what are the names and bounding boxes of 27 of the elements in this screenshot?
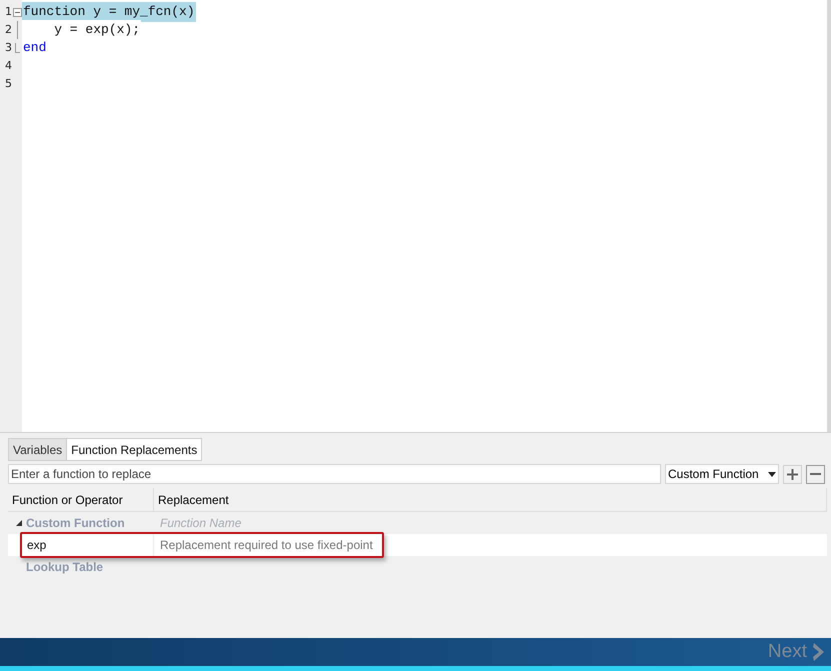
line-number: 1 <box>4 4 12 20</box>
type-dropdown[interactable]: Custom Function <box>665 464 779 484</box>
minus-icon <box>810 473 821 475</box>
tab[interactable]: Function Replacements <box>66 438 202 461</box>
remove-button[interactable] <box>806 464 825 484</box>
line-number: 2 <box>4 22 12 38</box>
fold-end-icon <box>14 43 20 53</box>
plus-icon <box>787 468 798 480</box>
table-cell: Replacement required to use fixed-point <box>160 538 373 552</box>
group-label[interactable]: Custom Function <box>26 514 125 532</box>
fold-collapse-icon[interactable] <box>12 8 22 16</box>
tab[interactable]: Variables <box>8 438 66 461</box>
caret-icon <box>768 472 776 476</box>
expanded-triangle-icon[interactable] <box>16 520 22 526</box>
function-name-field[interactable]: Function Name <box>160 516 242 530</box>
column-header: Replacement <box>158 492 229 508</box>
chevron-right-icon <box>813 643 825 661</box>
table-cell-text: exp <box>27 537 46 554</box>
dropdown-value: Custom Function <box>668 466 759 483</box>
line-number: 3 <box>4 40 12 56</box>
add-button[interactable] <box>783 464 802 484</box>
line-number: 5 <box>4 76 12 92</box>
line-number: 4 <box>4 58 12 74</box>
column-header: Function or Operator <box>12 492 123 508</box>
fold-line <box>16 21 18 39</box>
search-field[interactable]: Enter a function to replace <box>8 464 661 484</box>
group-label[interactable]: Lookup Table <box>26 558 104 576</box>
